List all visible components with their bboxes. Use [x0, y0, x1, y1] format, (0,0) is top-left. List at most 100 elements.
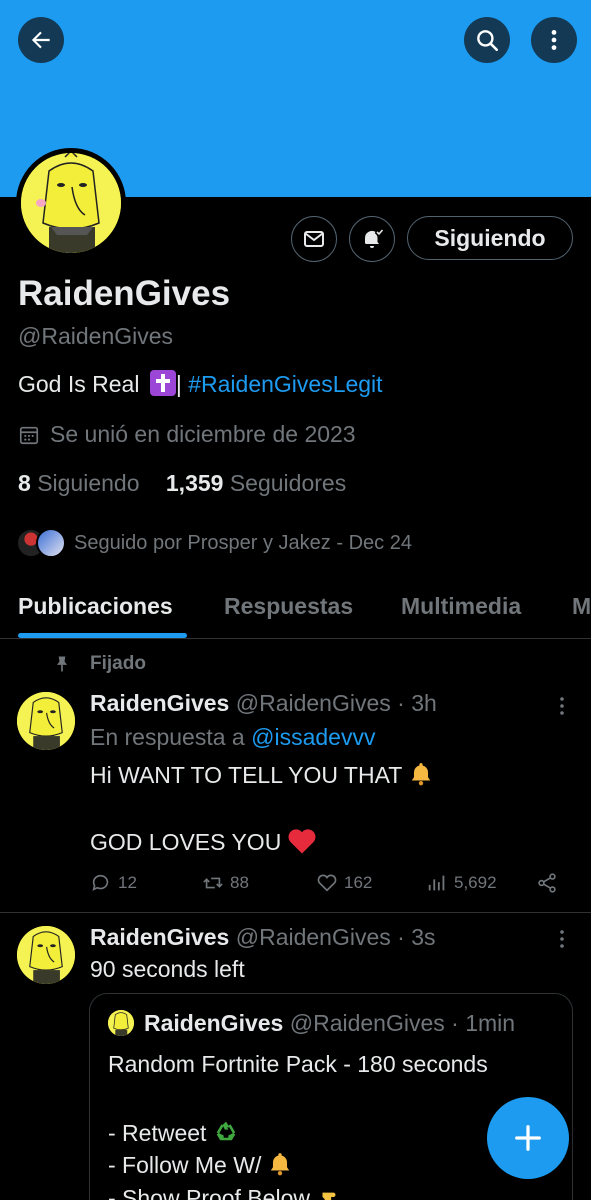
quote-line4-text: - Show Proof Below [108, 1185, 310, 1200]
search-icon [477, 30, 499, 52]
followed-by-row[interactable]: Seguido por Prosper y Jakez - Dec 24 [16, 526, 412, 560]
tweet-author-name[interactable]: RaidenGives [90, 924, 229, 950]
pinned-label: Fijado [52, 653, 146, 675]
following-link[interactable]: 8 Siguiendo [18, 470, 140, 496]
quote-line2: - Retweet [108, 1118, 240, 1147]
lemongrab-avatar-image [108, 1010, 134, 1036]
joined-date: Se unió en diciembre de 2023 [18, 421, 356, 448]
reply-context: En respuesta a @issadevvv [90, 724, 375, 751]
mail-icon [304, 231, 324, 247]
like-count: 162 [344, 873, 373, 892]
back-button[interactable] [18, 17, 64, 63]
tab-more[interactable]: M [572, 593, 591, 620]
tweet-divider [0, 912, 591, 913]
profile-avatar[interactable] [16, 148, 126, 258]
tweet-time[interactable]: · 3h [397, 690, 437, 716]
quote-author-name: RaidenGives [144, 1010, 284, 1036]
tweet-line1-text: Hi WANT TO TELL YOU THAT [90, 762, 403, 788]
tweet-avatar[interactable] [17, 692, 75, 750]
bell-check-icon [365, 229, 384, 248]
message-button[interactable] [291, 216, 337, 262]
tab-multimedia[interactable]: Multimedia [401, 593, 521, 620]
views-icon [428, 875, 445, 891]
like-action[interactable]: 162 [316, 872, 372, 894]
search-button[interactable] [464, 17, 510, 63]
quote-time: · 1min [451, 1010, 516, 1036]
profile-tabs: Publicaciones Respuestas Multimedia M [0, 585, 591, 639]
bio-hashtag-link[interactable]: #RaidenGivesLegit [188, 371, 382, 397]
retweet-icon [203, 877, 223, 889]
tweet-more-icon[interactable] [558, 696, 566, 716]
tweet-metrics: 12 88 162 5,692 [90, 872, 570, 898]
pointing-hand-emoji [322, 1192, 336, 1200]
share-action[interactable] [536, 872, 558, 894]
tweet-time[interactable]: · 3s [397, 924, 435, 950]
quote-avatar [108, 1010, 134, 1036]
pin-icon [57, 656, 67, 672]
follower-avatar-jakez [36, 528, 66, 558]
tweet-text: 90 seconds left [90, 956, 245, 982]
retweet-action[interactable]: 88 [202, 872, 249, 894]
tab-publicaciones[interactable]: Publicaciones [18, 593, 173, 620]
tweet-avatar[interactable] [17, 926, 75, 984]
following-button[interactable]: Siguiendo [407, 216, 573, 260]
quote-line4: - Show Proof Below [108, 1184, 342, 1200]
quote-author-handle: @RaidenGives [289, 1010, 445, 1036]
profile-name: RaidenGives [18, 274, 231, 313]
tab-respuestas[interactable]: Respuestas [224, 593, 353, 620]
quote-line3-text: - Follow Me W/ [108, 1152, 262, 1178]
tweet-author-handle[interactable]: @RaidenGives [236, 690, 391, 716]
following-label: Siguiendo [37, 470, 140, 496]
compose-button[interactable] [487, 1097, 569, 1179]
profile-bio: God Is Real | #RaidenGivesLegit [18, 370, 383, 398]
tweet-more-icon[interactable] [558, 929, 566, 949]
recycle-emoji [217, 1121, 236, 1141]
bell-emoji [271, 1153, 290, 1176]
following-count: 8 [18, 470, 31, 496]
reply-icon [92, 874, 109, 891]
follow-counts: 8 Siguiendo 1,359 Seguidores [18, 470, 346, 497]
reply-count: 12 [118, 873, 137, 892]
reply-action[interactable]: 12 [90, 872, 137, 894]
joined-text: Se unió en diciembre de 2023 [50, 421, 356, 447]
tweet-text-line2: GOD LOVES YOU [90, 827, 317, 856]
quote-line1: Random Fortnite Pack - 180 seconds [108, 1051, 488, 1077]
bell-emoji [412, 763, 431, 786]
bio-separator: | [175, 371, 182, 397]
tweet-header: RaidenGives @RaidenGives · 3s [90, 924, 436, 951]
reply-to-link[interactable]: @issadevvv [251, 724, 375, 750]
tweet-header: RaidenGives @RaidenGives · 3h [90, 690, 437, 717]
more-button[interactable] [531, 17, 577, 63]
tweet-line2-text: GOD LOVES YOU [90, 829, 282, 855]
bio-text: God Is Real [18, 371, 146, 397]
tweet-author-handle[interactable]: @RaidenGives [236, 924, 391, 950]
followers-count: 1,359 [165, 470, 224, 496]
quote-line3: - Follow Me W/ [108, 1151, 293, 1179]
lemongrab-avatar-image [21, 153, 121, 253]
followed-by-text: Seguido por Prosper y Jakez - Dec 24 [74, 531, 412, 554]
latin-cross-emoji [149, 370, 176, 396]
heart-emoji [288, 829, 316, 854]
quote-header: RaidenGives @RaidenGives · 1min [144, 1010, 515, 1037]
active-tab-indicator [18, 633, 187, 638]
followers-link[interactable]: 1,359 Seguidores [166, 470, 346, 496]
lemongrab-avatar-image [17, 926, 75, 984]
lemongrab-avatar-image [17, 692, 75, 750]
plus-icon [515, 1125, 541, 1151]
tweet-author-name[interactable]: RaidenGives [90, 690, 229, 716]
notifications-button[interactable] [349, 216, 395, 262]
pinned-text: Fijado [90, 653, 146, 674]
views-action[interactable]: 5,692 [426, 872, 497, 894]
followers-label: Seguidores [229, 470, 347, 496]
retweet-count: 88 [230, 873, 249, 892]
share-icon [538, 873, 556, 893]
more-vertical-icon [551, 30, 557, 50]
tweet-text-line1: Hi WANT TO TELL YOU THAT [90, 761, 434, 789]
quote-line2-text: - Retweet [108, 1120, 207, 1146]
back-arrow-icon [31, 31, 50, 49]
calendar-icon [19, 426, 39, 444]
views-count: 5,692 [454, 873, 497, 892]
reply-prefix: En respuesta a [90, 724, 252, 750]
like-icon [317, 874, 337, 892]
profile-handle: @RaidenGives [18, 323, 174, 349]
